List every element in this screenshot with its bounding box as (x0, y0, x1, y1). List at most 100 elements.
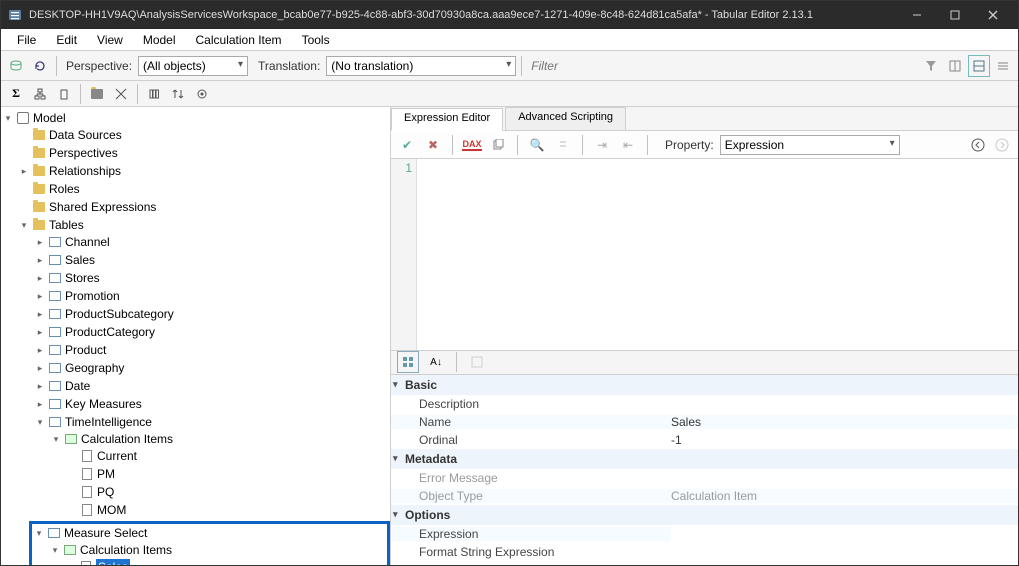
app-icon (7, 7, 23, 23)
tree-shared-expr[interactable]: ▸Shared Expressions (17, 199, 390, 215)
column-icon[interactable] (53, 83, 75, 105)
close-button[interactable] (974, 1, 1012, 29)
tree-table-promotion[interactable]: ▸Promotion (33, 288, 390, 304)
tree-ti-mom[interactable]: ▸MOM (65, 502, 390, 518)
property-label: Property: (665, 138, 714, 152)
tree-ti-pm[interactable]: ▸PM (65, 466, 390, 482)
tree-tables[interactable]: ▾Tables (17, 217, 390, 233)
tree-model[interactable]: ▾Model (1, 110, 390, 126)
tree-data-sources[interactable]: ▸Data Sources (17, 127, 390, 143)
property-grid[interactable]: Basic Description NameSales Ordinal-1↖ M… (391, 375, 1018, 566)
folder2-icon[interactable] (86, 83, 108, 105)
minimize-button[interactable] (898, 1, 936, 29)
tree-ti-current[interactable]: ▸Current (65, 448, 390, 464)
menu-edit[interactable]: Edit (46, 31, 87, 49)
translation-combo[interactable]: (No translation) (326, 56, 516, 76)
tree-panel[interactable]: ▾Model ▸Data Sources ▸Perspectives ▸Rela… (1, 107, 391, 565)
hierarchy-icon[interactable] (29, 83, 51, 105)
perspective-value: (All objects) (143, 59, 206, 73)
tree-roles[interactable]: ▸Roles (17, 181, 390, 197)
sort-icon[interactable] (167, 83, 189, 105)
tree-timeintelligence[interactable]: ▾TimeIntelligence (33, 414, 390, 430)
tree-table-product[interactable]: ▸Product (33, 342, 390, 358)
folder-icon (32, 146, 46, 160)
tree-table-channel[interactable]: ▸Channel (33, 234, 390, 250)
tree-measure-select[interactable]: ▾Measure Select (32, 525, 387, 541)
outdent-icon[interactable]: ⇤ (618, 135, 638, 155)
prop-ordinal[interactable]: Ordinal-1↖ (391, 431, 1018, 449)
folder-icon (32, 218, 46, 232)
tree-toolbar: Σ (1, 81, 1018, 107)
menu-calc-item[interactable]: Calculation Item (186, 31, 292, 49)
replace-icon[interactable] (553, 135, 573, 155)
sigma-icon[interactable]: Σ (5, 83, 27, 105)
refresh-icon[interactable] (29, 55, 51, 77)
indent-icon[interactable]: ⇥ (592, 135, 612, 155)
tree-table-geography[interactable]: ▸Geography (33, 360, 390, 376)
menu-model[interactable]: Model (133, 31, 186, 49)
translation-value: (No translation) (331, 59, 413, 73)
accept-icon[interactable]: ✔ (397, 135, 417, 155)
filter-input[interactable] (527, 56, 918, 76)
tree-ms-sales[interactable]: ▸Sales (64, 559, 387, 565)
propcat-options[interactable]: Options (391, 505, 1018, 525)
table-icon (47, 526, 61, 540)
tree-perspectives[interactable]: ▸Perspectives (17, 145, 390, 161)
categorized-icon[interactable] (397, 351, 419, 373)
expression-editor[interactable]: 1 (391, 159, 1018, 351)
property-combo[interactable]: Expression (720, 135, 900, 155)
connect-icon[interactable] (5, 55, 27, 77)
filter-icon[interactable] (920, 55, 942, 77)
tree-relationships[interactable]: ▸Relationships (17, 163, 390, 179)
dax-format-icon[interactable]: DAX (462, 135, 482, 155)
prop-format-string[interactable]: Format String Expression (391, 543, 1018, 561)
nav-back-icon[interactable] (968, 135, 988, 155)
nav-fwd-icon[interactable] (992, 135, 1012, 155)
alpha-sort-icon[interactable]: A↓ (425, 351, 447, 373)
table-icon (48, 415, 62, 429)
prop-expression[interactable]: Expression (391, 525, 1018, 543)
item-icon (80, 467, 94, 481)
panel-layout2-icon[interactable] (968, 55, 990, 77)
tree-table-prodcat[interactable]: ▸ProductCategory (33, 324, 390, 340)
tree-table-sales[interactable]: ▸Sales (33, 252, 390, 268)
calcgroup-icon (63, 543, 77, 557)
code-area[interactable] (417, 159, 1018, 350)
tree-ti-pq[interactable]: ▸PQ (65, 484, 390, 500)
tab-expression-editor[interactable]: Expression Editor (391, 108, 503, 131)
list-icon[interactable] (992, 55, 1014, 77)
editor-toolbar: ✔ ✖ DAX 🔍 ⇥ ⇤ Property: Expression (391, 131, 1018, 159)
tab-advanced-scripting[interactable]: Advanced Scripting (505, 107, 626, 130)
panel-layout-icon[interactable] (944, 55, 966, 77)
table-icon (48, 361, 62, 375)
tree-table-stores[interactable]: ▸Stores (33, 270, 390, 286)
menu-file[interactable]: File (7, 31, 46, 49)
tree-ms-calcitems[interactable]: ▾Calculation Items (48, 542, 387, 558)
folder-icon (32, 200, 46, 214)
find-icon[interactable]: 🔍 (527, 135, 547, 155)
propgrid-extra-icon[interactable] (466, 351, 488, 373)
perspective-combo[interactable]: (All objects) (138, 56, 248, 76)
target-icon[interactable] (191, 83, 213, 105)
cancel-icon[interactable]: ✖ (423, 135, 443, 155)
table-icon (48, 235, 62, 249)
tree-table-date[interactable]: ▸Date (33, 378, 390, 394)
copy-icon[interactable] (488, 135, 508, 155)
maximize-button[interactable] (936, 1, 974, 29)
hide-icon[interactable] (110, 83, 132, 105)
prop-name[interactable]: NameSales (391, 413, 1018, 431)
line-gutter: 1 (391, 159, 417, 350)
prop-description[interactable]: Description (391, 395, 1018, 413)
propcat-basic[interactable]: Basic (391, 375, 1018, 395)
columns-icon[interactable] (143, 83, 165, 105)
tree-table-prodsubcat[interactable]: ▸ProductSubcategory (33, 306, 390, 322)
propcat-metadata[interactable]: Metadata (391, 449, 1018, 469)
menu-view[interactable]: View (87, 31, 133, 49)
tree-table-keymeasures[interactable]: ▸Key Measures (33, 396, 390, 412)
model-icon (16, 111, 30, 125)
tree-ti-calcitems[interactable]: ▾Calculation Items (49, 431, 390, 447)
menu-tools[interactable]: Tools (292, 31, 340, 49)
item-icon (80, 449, 94, 463)
table-icon (48, 397, 62, 411)
folder-icon (32, 164, 46, 178)
